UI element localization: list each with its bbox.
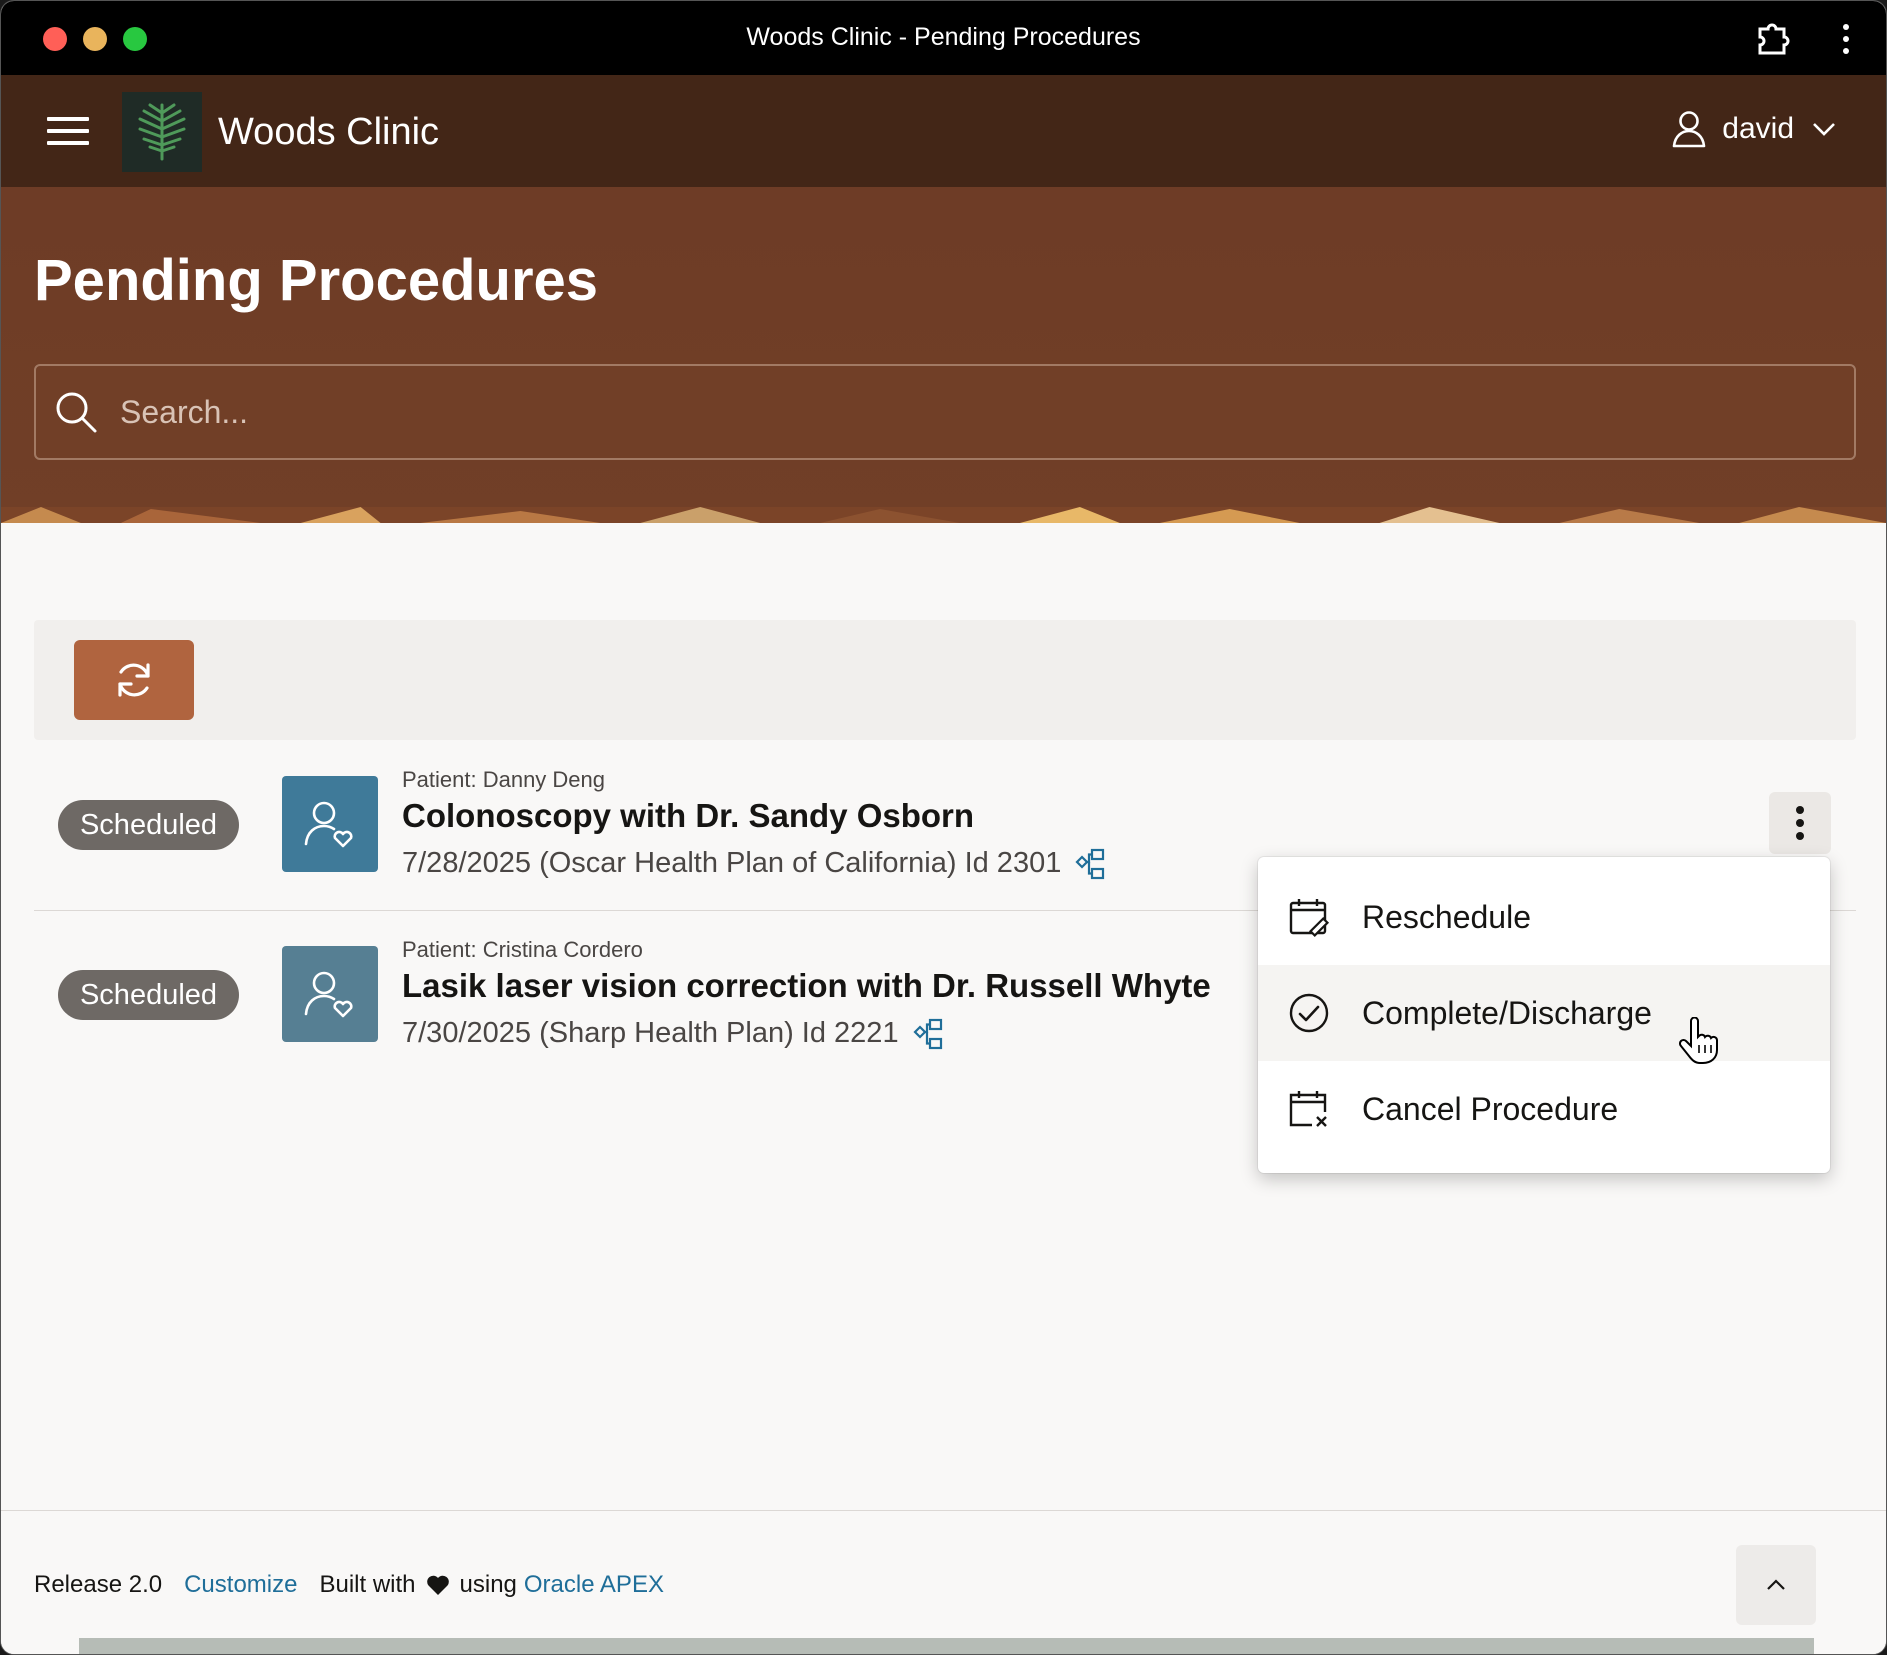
more-vertical-icon — [1796, 806, 1804, 840]
footer-text: Release 2.0 Customize Built with using O… — [34, 1571, 664, 1599]
report-toolbar — [34, 620, 1856, 740]
tree-logo-icon[interactable] — [122, 92, 202, 172]
user-menu[interactable]: david — [1672, 107, 1836, 151]
user-name: david — [1722, 112, 1794, 145]
chevron-up-icon — [1767, 1579, 1785, 1590]
browser-window: Woods Clinic - Pending Procedures Woods … — [0, 0, 1887, 1655]
calendar-edit-icon — [1289, 899, 1330, 938]
patient-name: Patient: Cristina Cordero — [402, 937, 643, 962]
hamburger-icon[interactable] — [47, 117, 89, 145]
search-input[interactable] — [98, 366, 1854, 458]
app-header: Woods Clinic david — [1, 75, 1886, 187]
release-label: Release 2.0 — [34, 1571, 163, 1598]
title-bar: Woods Clinic - Pending Procedures — [1, 1, 1886, 75]
more-vertical-icon[interactable] — [1840, 23, 1852, 55]
hand-cursor-icon — [1679, 1017, 1718, 1064]
hierarchy-link-icon[interactable] — [913, 1018, 943, 1050]
using-label: using — [459, 1571, 517, 1598]
decorative-pattern — [1, 507, 1886, 523]
bottom-strip — [79, 1638, 1814, 1654]
extension-icon[interactable] — [1754, 21, 1790, 55]
check-circle-icon — [1289, 993, 1329, 1033]
procedure-meta-text: 7/28/2025 (Oscar Health Plan of Californ… — [402, 847, 1062, 879]
menu-item-label: Cancel Procedure — [1362, 1090, 1619, 1127]
refresh-button[interactable] — [74, 640, 194, 720]
status-badge: Scheduled — [58, 800, 239, 850]
customize-link[interactable]: Customize — [184, 1571, 297, 1599]
row-actions-menu: Reschedule Complete/Discharge Cancel Pro… — [1258, 857, 1830, 1173]
status-badge: Scheduled — [58, 970, 239, 1020]
procedure-meta: 7/30/2025 (Sharp Health Plan) Id 2221 — [402, 1017, 943, 1050]
app-title[interactable]: Woods Clinic — [218, 111, 439, 154]
menu-item-reschedule[interactable]: Reschedule — [1258, 869, 1830, 965]
procedure-title: Lasik laser vision correction with Dr. R… — [402, 967, 1211, 1004]
calendar-cancel-icon — [1289, 1091, 1327, 1127]
page-title: Pending Procedures — [34, 248, 599, 313]
procedure-meta-text: 7/30/2025 (Sharp Health Plan) Id 2221 — [402, 1017, 899, 1049]
chevron-down-icon — [1813, 123, 1835, 136]
procedure-meta: 7/28/2025 (Oscar Health Plan of Californ… — [402, 847, 1105, 880]
window-title: Woods Clinic - Pending Procedures — [746, 23, 1141, 51]
hierarchy-link-icon[interactable] — [1075, 848, 1105, 880]
hero-region: Pending Procedures — [1, 187, 1886, 523]
menu-item-cancel-procedure[interactable]: Cancel Procedure — [1258, 1061, 1830, 1157]
search-box — [34, 364, 1856, 460]
built-with-label: Built with — [319, 1571, 416, 1598]
search-icon — [56, 392, 97, 433]
patient-heart-icon — [282, 776, 378, 872]
procedure-title: Colonoscopy with Dr. Sandy Osborn — [402, 797, 975, 834]
footer: Release 2.0 Customize Built with using O… — [1, 1510, 1886, 1654]
menu-item-label: Complete/Discharge — [1362, 994, 1652, 1031]
patient-heart-icon — [282, 946, 378, 1042]
menu-item-label: Reschedule — [1362, 898, 1531, 935]
refresh-icon — [118, 663, 150, 697]
heart-icon — [426, 1575, 449, 1595]
patient-name: Patient: Danny Deng — [402, 767, 606, 792]
row-actions-button[interactable] — [1769, 792, 1831, 854]
user-icon — [1672, 111, 1706, 148]
menu-item-complete-discharge[interactable]: Complete/Discharge — [1258, 965, 1830, 1061]
scroll-to-top-button[interactable] — [1736, 1545, 1816, 1625]
oracle-apex-link[interactable]: Oracle APEX — [524, 1571, 664, 1599]
